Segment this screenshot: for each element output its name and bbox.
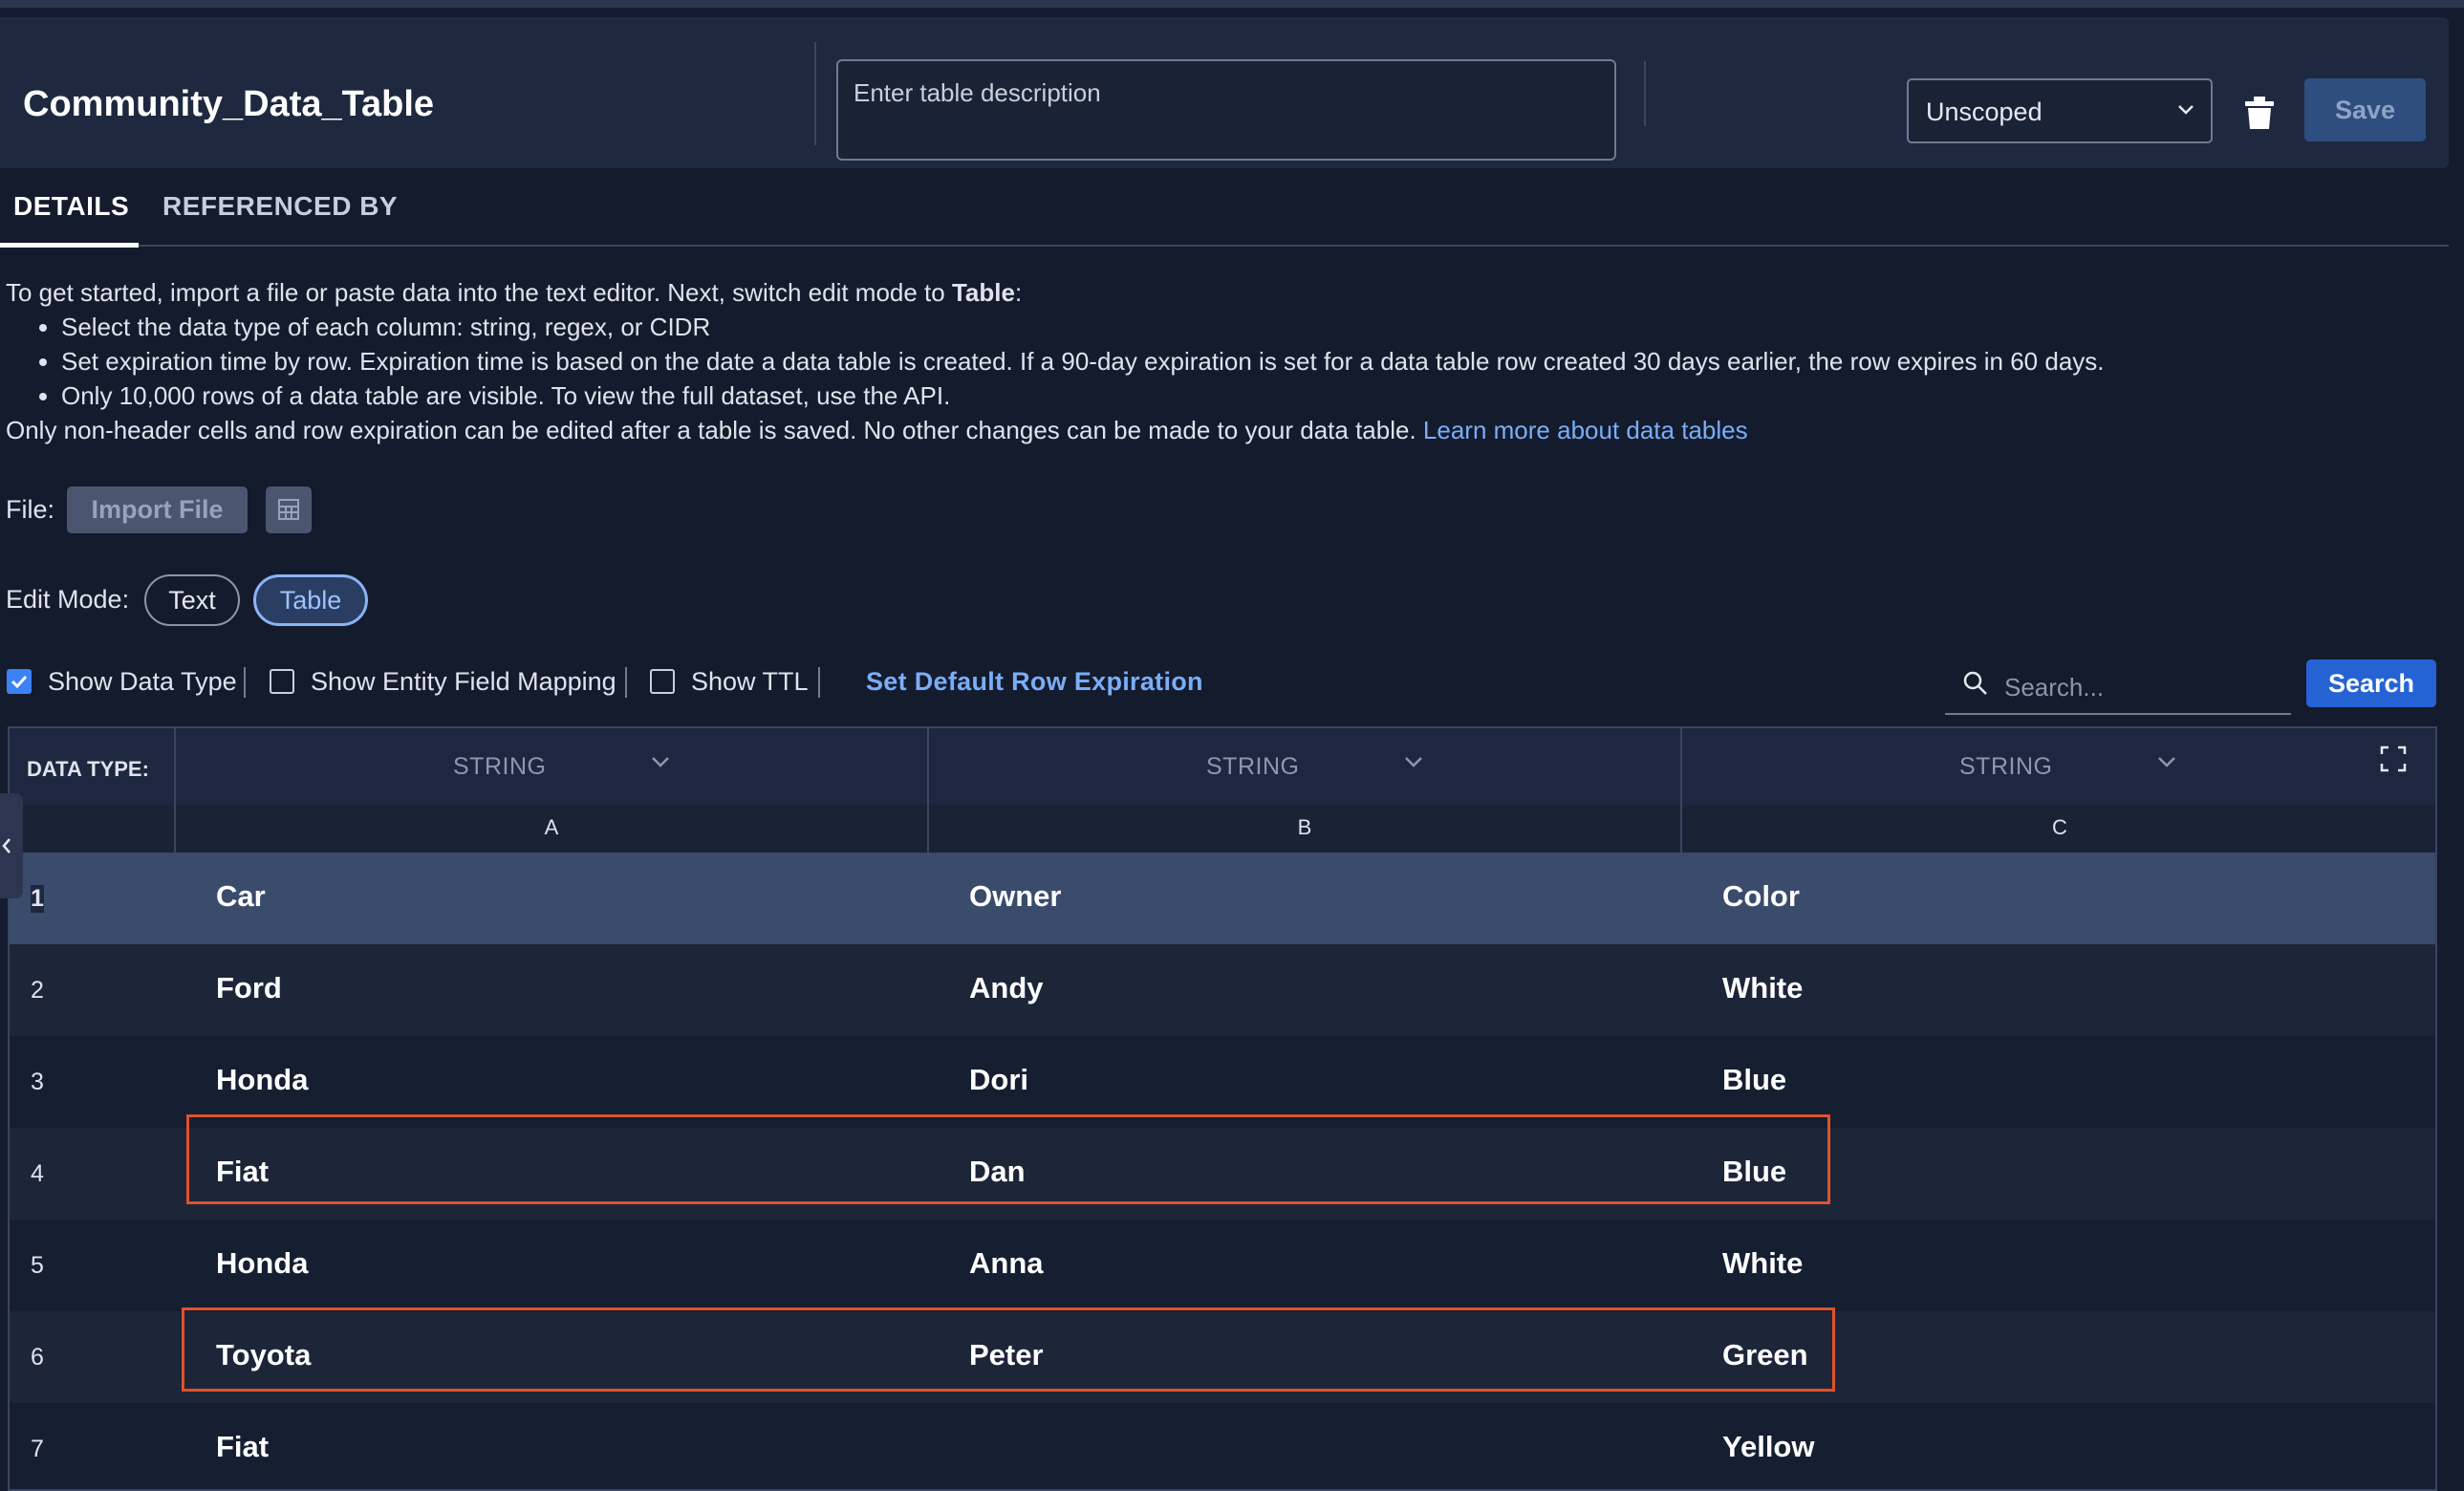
intro-bullet: Select the data type of each column: str…: [61, 310, 2395, 344]
table-row: 2 Ford Andy White: [10, 944, 2435, 1036]
table-header: Community_Data_Table Enter table descrip…: [0, 17, 2449, 168]
trash-icon[interactable]: [2243, 96, 2276, 130]
chevron-down-icon: [2158, 757, 2175, 767]
table-cell[interactable]: Honda: [216, 1246, 308, 1281]
intro-list: Select the data type of each column: str…: [6, 310, 2395, 413]
table-title: Community_Data_Table: [23, 84, 435, 124]
table-cell[interactable]: Owner: [969, 879, 1061, 914]
chevron-down-icon: [652, 757, 669, 767]
paste-data-button[interactable]: [266, 486, 312, 533]
table-row: 1 Car Owner Color: [10, 853, 2435, 944]
column-a-type-select[interactable]: STRING: [174, 728, 927, 805]
tab-divider: [0, 245, 2449, 247]
intro-text: To get started, import a file or paste d…: [6, 275, 2395, 447]
option-divider: [244, 667, 246, 698]
table-cell[interactable]: Anna: [969, 1246, 1044, 1281]
import-file-button[interactable]: Import File: [67, 486, 248, 533]
table-cell[interactable]: Blue: [1722, 1063, 1786, 1097]
checkmark-icon: [11, 675, 28, 689]
table-row: 5 Honda Anna White: [10, 1220, 2435, 1311]
column-c-type-select[interactable]: STRING: [1680, 728, 2435, 805]
grid-icon: [278, 499, 299, 520]
option-divider: [818, 667, 820, 698]
column-type-value: STRING: [1959, 753, 2053, 780]
row-number: 7: [31, 1436, 44, 1462]
table-description-field[interactable]: Enter table description: [836, 59, 1616, 161]
row-number: 3: [31, 1069, 44, 1095]
search-icon: [1963, 671, 1987, 695]
row-number: 4: [31, 1160, 44, 1187]
column-letter-row: A B C: [10, 805, 2435, 854]
table-cell[interactable]: Dori: [969, 1063, 1028, 1097]
edit-mode-text-button[interactable]: Text: [144, 574, 240, 626]
edit-mode-table-button[interactable]: Table: [253, 574, 368, 626]
show-entity-mapping-label: Show Entity Field Mapping: [311, 667, 616, 696]
intro-bullet: Set expiration time by row. Expiration t…: [61, 344, 2395, 378]
show-data-type-label: Show Data Type: [48, 667, 237, 696]
table-cell[interactable]: White: [1722, 1246, 1803, 1281]
column-b-type-select[interactable]: STRING: [927, 728, 1680, 805]
tab-referenced-by[interactable]: REFERENCED BY: [162, 191, 398, 222]
edit-mode-label: Edit Mode:: [6, 585, 130, 614]
column-type-value: STRING: [1206, 753, 1300, 780]
column-header-b[interactable]: B: [927, 805, 1680, 853]
data-type-row: DATA TYPE: STRING STRING STRING: [10, 728, 2435, 807]
chevron-left-icon: [2, 838, 11, 854]
show-data-type-checkbox[interactable]: [7, 669, 32, 694]
row-number: 5: [31, 1252, 44, 1279]
fullscreen-icon[interactable]: [2380, 746, 2407, 772]
row-number: 6: [31, 1344, 44, 1371]
row-number: 2: [31, 977, 44, 1004]
show-entity-mapping-checkbox[interactable]: [270, 669, 294, 694]
table-cell[interactable]: Honda: [216, 1063, 308, 1097]
intro-bullet: Only 10,000 rows of a data table are vis…: [61, 378, 2395, 413]
chevron-down-icon: [1405, 757, 1422, 767]
search-button[interactable]: Search: [2306, 659, 2436, 707]
header-divider: [814, 42, 816, 145]
top-strip: [0, 0, 2464, 8]
table-cell[interactable]: Fiat: [216, 1430, 269, 1464]
search-input[interactable]: [2002, 667, 2283, 707]
tab-details[interactable]: DETAILS: [13, 191, 129, 222]
scope-select[interactable]: Unscoped: [1907, 78, 2213, 143]
table-row: 7 Fiat Yellow: [10, 1403, 2435, 1489]
row-highlight-box: [186, 1114, 1830, 1204]
column-header-c[interactable]: C: [1680, 805, 2435, 853]
search-field: [1945, 658, 2291, 715]
header-divider: [1644, 61, 1646, 126]
scope-select-value: Unscoped: [1926, 97, 2043, 126]
intro-footer: Only non-header cells and row expiration…: [6, 416, 1748, 444]
table-cell[interactable]: Yellow: [1722, 1430, 1814, 1464]
option-divider: [625, 667, 627, 698]
table-cell[interactable]: Andy: [969, 971, 1044, 1005]
chevron-down-icon: [2178, 105, 2194, 115]
table-cell[interactable]: Ford: [216, 971, 282, 1005]
collapse-panel-handle[interactable]: [0, 793, 23, 898]
data-type-label: DATA TYPE:: [27, 757, 149, 781]
show-ttl-checkbox[interactable]: [650, 669, 675, 694]
table-cell[interactable]: White: [1722, 971, 1803, 1005]
set-default-row-expiration-link[interactable]: Set Default Row Expiration: [866, 667, 1203, 697]
show-ttl-label: Show TTL: [691, 667, 809, 696]
data-table-grid: DATA TYPE: STRING STRING STRING A B C 1 …: [8, 726, 2437, 1491]
file-label: File:: [6, 495, 55, 524]
column-header-a[interactable]: A: [174, 805, 927, 853]
column-type-value: STRING: [453, 753, 547, 780]
active-tab-indicator: [0, 243, 139, 248]
row-number: 1: [31, 885, 44, 913]
intro-lead: To get started, import a file or paste d…: [6, 278, 1023, 307]
table-cell[interactable]: Car: [216, 879, 266, 914]
table-cell[interactable]: Color: [1722, 879, 1800, 914]
save-button[interactable]: Save: [2304, 78, 2426, 141]
row-highlight-box: [182, 1307, 1835, 1392]
learn-more-link[interactable]: Learn more about data tables: [1423, 416, 1748, 444]
